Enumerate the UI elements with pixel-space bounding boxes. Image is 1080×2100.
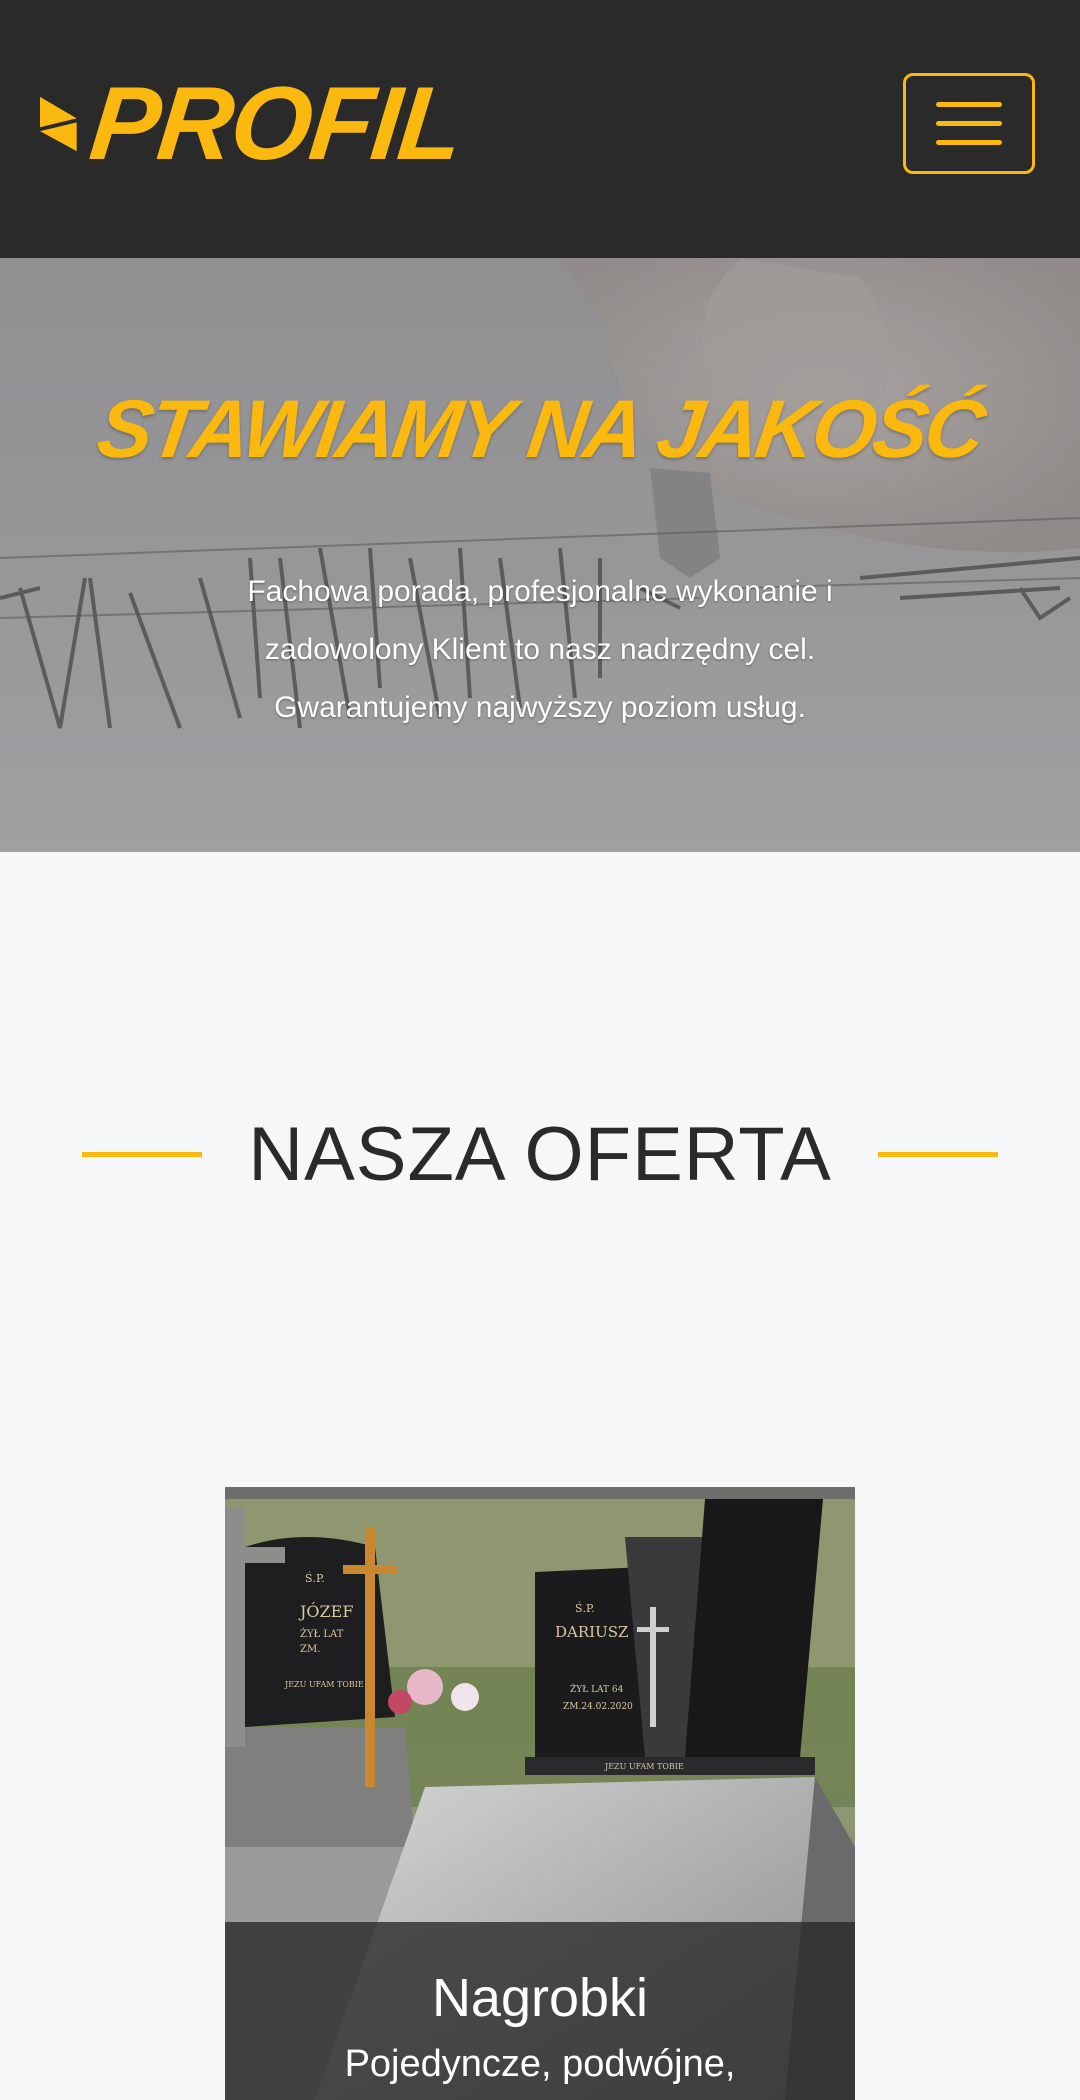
card-caption: Nagrobki Pojedyncze, podwójne, xyxy=(225,1922,855,2100)
offer-title: NASZA OFERTA xyxy=(248,1112,832,1197)
offer-section-heading: NASZA OFERTA xyxy=(0,1110,1080,1200)
hero-title: STAWIAMY NA JAKOŚĆ xyxy=(92,384,988,475)
hamburger-menu-icon-bar xyxy=(936,121,1002,126)
left-stone-death: ZM. xyxy=(300,1644,320,1655)
left-stone-motto: JEZU UFAM TOBIE xyxy=(284,1680,364,1689)
hero-description: Fachowa porada, profesjonalne wykonanie … xyxy=(190,563,890,737)
hero-banner: STAWIAMY NA JAKOŚĆ Fachowa porada, profe… xyxy=(0,258,1080,852)
card-title: Nagrobki xyxy=(431,1968,649,2028)
heading-divider-left xyxy=(82,1152,202,1157)
right-stone-motto: JEZU UFAM TOBIE xyxy=(604,1762,684,1771)
profil-logo[interactable]: PROFIL xyxy=(40,56,466,192)
hamburger-menu-icon-bar xyxy=(936,140,1002,145)
right-stone-name: DARIUSZ xyxy=(555,1623,628,1641)
hamburger-menu-icon xyxy=(936,102,1002,107)
left-stone-header: Ś.P. xyxy=(305,1571,325,1585)
site-header: PROFIL xyxy=(0,0,1080,258)
right-stone-death: ZM.24.02.2020 xyxy=(563,1702,633,1712)
heading-divider-right xyxy=(878,1152,998,1157)
right-stone-age: ŻYŁ LAT 64 xyxy=(570,1683,624,1695)
left-stone-age: ŻYŁ LAT xyxy=(300,1628,344,1640)
menu-toggle-button[interactable] xyxy=(903,73,1035,174)
logo-triangle-icon xyxy=(40,96,77,152)
hero-line: Gwarantujemy najwyższy poziom usług. xyxy=(274,691,806,724)
card-description: Pojedyncze, podwójne, xyxy=(344,2043,736,2085)
hero-line: Fachowa porada, profesjonalne wykonanie … xyxy=(247,575,833,608)
right-stone-header: Ś.P. xyxy=(575,1601,595,1615)
offer-card-nagrobki[interactable]: Ś.P. JÓZEF ŻYŁ LAT ZM. JEZU UFAM TOBIE Ś… xyxy=(225,1487,855,2100)
hero-overlay xyxy=(0,258,1080,852)
hero-line: zadowolony Klient to nasz nadrzędny cel. xyxy=(264,633,816,666)
left-stone-name: JÓZEF xyxy=(298,1601,353,1621)
logo-text: PROFIL xyxy=(84,66,467,182)
